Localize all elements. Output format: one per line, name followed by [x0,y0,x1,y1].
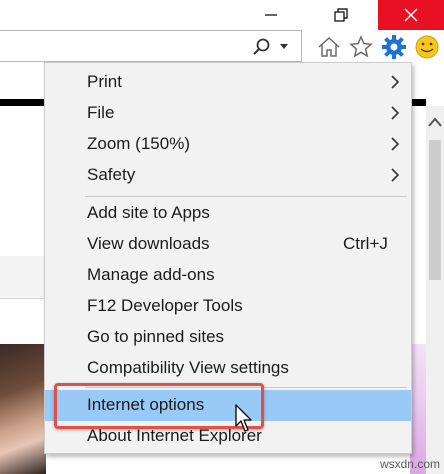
menu-item-label: File [87,103,115,122]
chevron-right-icon [391,106,400,120]
address-bar[interactable] [0,30,302,62]
star-icon [349,35,373,58]
close-icon [404,8,418,22]
feedback-button[interactable] [414,34,440,60]
menu-item-label: Print [87,72,122,91]
menu-item-label: View downloads [87,234,210,253]
title-bar [0,0,444,30]
search-icon[interactable] [252,37,272,57]
home-button[interactable] [316,34,342,60]
minimize-icon [265,14,277,16]
mouse-cursor-icon [235,404,252,432]
menu-item-label: Manage add-ons [87,265,215,284]
restore-icon [334,8,348,22]
scroll-up-button[interactable] [426,110,444,134]
page-header-bar-right [412,99,426,106]
menu-item-zoom[interactable]: Zoom (150%) [45,129,411,160]
smiley-icon [415,35,439,59]
chevron-right-icon [391,168,400,182]
gear-icon [382,35,406,59]
menu-item-print[interactable]: Print [45,67,411,98]
favorites-button[interactable] [348,34,374,60]
scroll-thumb[interactable] [429,140,441,280]
menu-item-manage-add-ons[interactable]: Manage add-ons [45,260,411,291]
menu-item-shortcut: Ctrl+J [343,234,388,253]
menu-item-view-downloads[interactable]: View downloads Ctrl+J [45,229,411,260]
address-row [0,30,444,64]
menu-item-file[interactable]: File [45,98,411,129]
chevron-right-icon [391,137,400,151]
menu-item-label: Safety [87,165,136,184]
menu-item-label: Zoom (150%) [87,134,190,153]
watermark: wsxdn.com [379,457,440,471]
menu-item-add-site-to-apps[interactable]: Add site to Apps [45,198,411,229]
menu-item-label: Compatibility View settings [87,358,289,377]
chevron-down-icon[interactable] [279,43,289,51]
menu-item-label: Go to pinned sites [87,327,225,346]
menu-item-f12-developer-tools[interactable]: F12 Developer Tools [45,291,411,322]
minimize-button[interactable] [248,0,294,30]
page-header-bar [0,99,44,106]
menu-item-safety[interactable]: Safety [45,160,411,191]
page-image [0,344,46,474]
page-strip [0,256,44,299]
chevron-up-icon [428,117,442,127]
callout-highlight-box [54,383,264,429]
page-content-right [410,106,426,344]
menu-item-go-to-pinned-sites[interactable]: Go to pinned sites [45,322,411,353]
menu-item-label: Add site to Apps [87,203,210,222]
page-content [0,106,44,257]
restore-button[interactable] [318,0,364,30]
close-button[interactable] [378,0,444,30]
chevron-right-icon [391,75,400,89]
home-icon [318,36,340,57]
menu-item-compatibility-view-settings[interactable]: Compatibility View settings [45,353,411,384]
tools-button[interactable] [381,34,407,60]
menu-separator [85,196,407,197]
menu-item-label: F12 Developer Tools [87,296,243,315]
